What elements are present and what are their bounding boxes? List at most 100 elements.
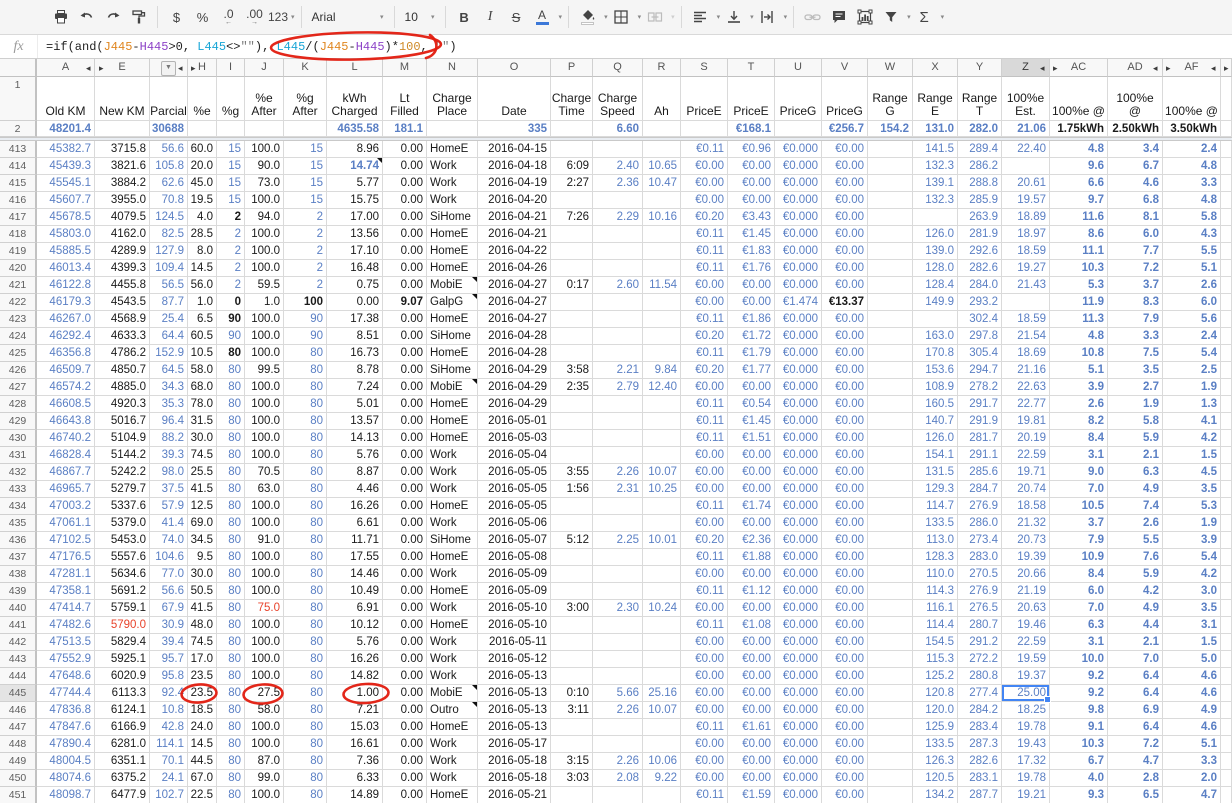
cell-S418[interactable]: €0.11	[681, 226, 728, 243]
cell-Q417[interactable]: 2.29	[593, 209, 643, 226]
total-P[interactable]	[551, 121, 593, 137]
cell-O439[interactable]: 2016-05-09	[478, 583, 551, 600]
increase-decimal-button[interactable]: .00 →	[242, 4, 267, 30]
cell-AD425[interactable]: 7.5	[1108, 345, 1163, 362]
cell-O427[interactable]: 2016-04-29	[478, 379, 551, 396]
hidden-columns-icon[interactable]: ◂	[1211, 63, 1216, 73]
cell-W414[interactable]	[868, 158, 913, 175]
cell-Q448[interactable]	[593, 736, 643, 753]
cell-K446[interactable]: 80	[284, 702, 327, 719]
cell-U422[interactable]: €1.474	[775, 294, 822, 311]
cell-Q442[interactable]	[593, 634, 643, 651]
cell-E415[interactable]: 3884.2	[95, 175, 150, 192]
cell-T435[interactable]: €0.00	[728, 515, 775, 532]
cell-V431[interactable]: €0.00	[822, 447, 868, 464]
cell-N448[interactable]: Work	[427, 736, 478, 753]
row-header-445[interactable]: 445	[0, 685, 37, 702]
cell-H435[interactable]: 69.0	[188, 515, 217, 532]
cell-T421[interactable]: €0.00	[728, 277, 775, 294]
cell-AF432[interactable]: 4.5	[1163, 464, 1221, 481]
cell-Q422[interactable]	[593, 294, 643, 311]
cell-AD426[interactable]: 3.5	[1108, 362, 1163, 379]
cell-Z430[interactable]: 20.19	[1002, 430, 1050, 447]
col-header-K[interactable]: K	[284, 59, 327, 77]
cell-A437[interactable]: 47176.5	[37, 549, 95, 566]
cell-M425[interactable]: 0.00	[383, 345, 427, 362]
cell-L428[interactable]: 5.01	[327, 396, 383, 413]
header-M[interactable]: Lt Filled	[383, 77, 427, 121]
cell-AF431[interactable]: 1.5	[1163, 447, 1221, 464]
column-dropdown-icon[interactable]: ▼	[161, 61, 176, 76]
cell-I423[interactable]: 90	[217, 311, 245, 328]
cell-A435[interactable]: 47061.1	[37, 515, 95, 532]
cell-U433[interactable]: €0.000	[775, 481, 822, 498]
cell-Z443[interactable]: 19.59	[1002, 651, 1050, 668]
cell-S445[interactable]: €0.00	[681, 685, 728, 702]
cell-N425[interactable]: HomeE	[427, 345, 478, 362]
cell-O445[interactable]: 2016-05-13	[478, 685, 551, 702]
font-family-select[interactable]: Arial ▾	[308, 4, 388, 30]
total-X[interactable]: 131.0	[913, 121, 958, 137]
total-T[interactable]: €168.1	[728, 121, 775, 137]
row-header-425[interactable]: 425	[0, 345, 37, 362]
cell-K428[interactable]: 80	[284, 396, 327, 413]
cell-Y419[interactable]: 292.6	[958, 243, 1002, 260]
cell-R426[interactable]: 9.84	[643, 362, 681, 379]
total-W[interactable]: 154.2	[868, 121, 913, 137]
cell-V427[interactable]: €0.00	[822, 379, 868, 396]
cell-U420[interactable]: €0.000	[775, 260, 822, 277]
cell-I448[interactable]: 80	[217, 736, 245, 753]
cell-A413[interactable]: 45382.7	[37, 141, 95, 158]
cell-Y444[interactable]: 280.8	[958, 668, 1002, 685]
cell-Z418[interactable]: 18.97	[1002, 226, 1050, 243]
cell-H451[interactable]: 22.5	[188, 787, 217, 803]
cell-E423[interactable]: 4568.9	[95, 311, 150, 328]
cell-J433[interactable]: 63.0	[245, 481, 284, 498]
cell-Q450[interactable]: 2.08	[593, 770, 643, 787]
cell-AD421[interactable]: 3.7	[1108, 277, 1163, 294]
cell-M438[interactable]: 0.00	[383, 566, 427, 583]
cell-S436[interactable]: €0.20	[681, 532, 728, 549]
cell-E439[interactable]: 5691.2	[95, 583, 150, 600]
cell-AD438[interactable]: 5.9	[1108, 566, 1163, 583]
cell-R429[interactable]	[643, 413, 681, 430]
cell-J437[interactable]: 100.0	[245, 549, 284, 566]
cell-L422[interactable]: 0.00	[327, 294, 383, 311]
cell-L431[interactable]: 5.76	[327, 447, 383, 464]
cell-F441[interactable]: 30.9	[150, 617, 188, 634]
cell-AF416[interactable]: 4.8	[1163, 192, 1221, 209]
col-header-T[interactable]: T	[728, 59, 775, 77]
header-F[interactable]: Parcial	[150, 77, 188, 121]
cell-L448[interactable]: 16.61	[327, 736, 383, 753]
cell-L426[interactable]: 8.78	[327, 362, 383, 379]
cell-Q418[interactable]	[593, 226, 643, 243]
cell-L418[interactable]: 13.56	[327, 226, 383, 243]
cell-AD432[interactable]: 6.3	[1108, 464, 1163, 481]
cell-AC436[interactable]: 7.9	[1050, 532, 1108, 549]
cell-I449[interactable]: 80	[217, 753, 245, 770]
cell-T439[interactable]: €1.12	[728, 583, 775, 600]
cell-L450[interactable]: 6.33	[327, 770, 383, 787]
cell-U424[interactable]: €0.000	[775, 328, 822, 345]
cell-P432[interactable]: 3:55	[551, 464, 593, 481]
cell-H422[interactable]: 1.0	[188, 294, 217, 311]
cell-F424[interactable]: 64.4	[150, 328, 188, 345]
cell-AD451[interactable]: 6.5	[1108, 787, 1163, 803]
cell-H439[interactable]: 50.5	[188, 583, 217, 600]
cell-Z441[interactable]: 19.46	[1002, 617, 1050, 634]
cell-W426[interactable]	[868, 362, 913, 379]
cell-E442[interactable]: 5829.4	[95, 634, 150, 651]
cell-AF439[interactable]: 3.0	[1163, 583, 1221, 600]
cell-F446[interactable]: 10.8	[150, 702, 188, 719]
total-K[interactable]	[284, 121, 327, 137]
cell-Y451[interactable]: 287.7	[958, 787, 1002, 803]
cell-K414[interactable]: 15	[284, 158, 327, 175]
cell-J422[interactable]: 1.0	[245, 294, 284, 311]
hidden-columns-icon[interactable]: ▸	[1166, 63, 1171, 73]
cell-N444[interactable]: Work	[427, 668, 478, 685]
cell-AC446[interactable]: 9.8	[1050, 702, 1108, 719]
cell-AC416[interactable]: 9.7	[1050, 192, 1108, 209]
cell-A415[interactable]: 45545.1	[37, 175, 95, 192]
cell-K435[interactable]: 80	[284, 515, 327, 532]
cell-N423[interactable]: HomeE	[427, 311, 478, 328]
